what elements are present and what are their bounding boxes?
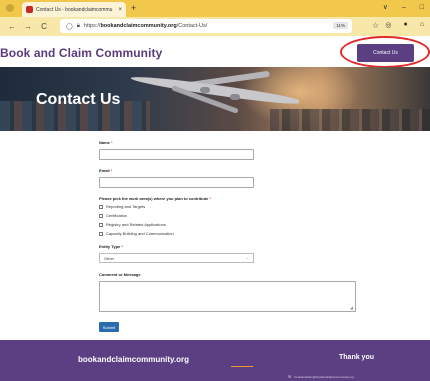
new-tab-button[interactable]: + xyxy=(131,2,136,15)
email-field[interactable] xyxy=(99,177,254,188)
browser-tab-title: Contact Us - bookandclaimcommu xyxy=(36,6,113,13)
airplane-engine xyxy=(200,87,210,93)
account-icon[interactable]: ● xyxy=(404,21,408,29)
maximize-icon[interactable]: □ xyxy=(420,2,424,14)
checkbox-capacity-building[interactable]: Capacity Building and Communication xyxy=(99,231,174,236)
browser-tab[interactable]: Contact Us - bookandclaimcommu × xyxy=(22,2,126,17)
entity-type-select[interactable]: Other ⌄ xyxy=(99,253,254,263)
pocket-icon[interactable]: ◎ xyxy=(385,21,391,29)
envelope-icon: ✉ xyxy=(288,374,292,379)
entity-type-label: Entity Type * xyxy=(99,244,123,249)
reload-icon[interactable]: C xyxy=(38,22,50,31)
checkbox-certification[interactable]: Certification xyxy=(99,213,127,218)
comment-textarea[interactable]: ◢ xyxy=(99,281,356,312)
checkbox-reporting-targets[interactable]: Reporting and Targets xyxy=(99,204,145,209)
toolbar-icons: ◎ ● ⌂ xyxy=(385,21,424,29)
checkbox-box[interactable] xyxy=(99,231,103,236)
bookmark-star-icon[interactable]: ☆ xyxy=(372,21,379,30)
checkbox-box[interactable] xyxy=(99,222,103,227)
chevron-down-icon: ⌄ xyxy=(245,255,249,260)
resize-grip-icon[interactable]: ◢ xyxy=(350,305,353,310)
minimize-icon[interactable]: – xyxy=(402,2,406,14)
checkbox-box[interactable] xyxy=(99,204,103,209)
site-header: Book and Claim Community Contact Us xyxy=(0,36,430,67)
browser-menu-dot[interactable] xyxy=(6,4,14,12)
browser-tab-bar: Contact Us - bookandclaimcommu × + ∨ – □ xyxy=(0,0,430,17)
forward-arrow-icon[interactable]: → xyxy=(22,22,34,31)
back-arrow-icon[interactable]: ← xyxy=(6,22,18,31)
submit-button[interactable]: Submit xyxy=(99,322,119,332)
contact-us-nav-button[interactable]: Contact Us xyxy=(357,44,414,62)
tracking-shield-icon[interactable]: ◯ xyxy=(66,23,73,30)
window-controls: ∨ – □ xyxy=(383,2,424,14)
site-brand-logo[interactable]: Book and Claim Community xyxy=(0,46,162,60)
tab-list-icon[interactable]: ∨ xyxy=(383,2,388,14)
airplane-engine xyxy=(230,94,240,100)
tab-close-icon[interactable]: × xyxy=(118,7,122,13)
extensions-icon[interactable]: ⌂ xyxy=(420,21,424,29)
page-title: Contact Us xyxy=(36,91,121,108)
checkbox-box[interactable] xyxy=(99,213,103,218)
url-text: https://bookandclaimcommunity.org/Contac… xyxy=(83,23,208,29)
lock-icon[interactable]: 🔒︎ xyxy=(77,23,80,30)
zoom-badge[interactable]: 11% xyxy=(333,22,348,29)
footer-thank-you: Thank you xyxy=(339,354,375,361)
hero-banner: Contact Us xyxy=(0,67,430,131)
footer-domain: bookandclaimcommunity.org xyxy=(78,355,189,364)
footer-email-link[interactable]: ✉ bookandclaim@bookandclaimcommunity.org xyxy=(288,374,354,379)
comment-label: Comment or Message xyxy=(99,272,141,277)
browser-nav-bar: ← → C ◯ 🔒︎ https://bookandclaimcommunity… xyxy=(0,17,430,36)
checkbox-registry[interactable]: Registry and Related Applications xyxy=(99,222,166,227)
address-bar[interactable]: ◯ 🔒︎ https://bookandclaimcommunity.org/C… xyxy=(60,19,352,33)
email-label: Email * xyxy=(99,168,113,173)
work-area-label: Please pick the work area(s) where you p… xyxy=(99,196,212,201)
footer-accent-line xyxy=(231,366,253,367)
shipping-containers-right xyxy=(270,109,430,131)
site-footer: bookandclaimcommunity.org Thank you ✉ bo… xyxy=(0,340,430,381)
name-field[interactable] xyxy=(99,149,254,160)
site-favicon-icon xyxy=(26,6,33,13)
name-label: Name * xyxy=(99,140,113,145)
